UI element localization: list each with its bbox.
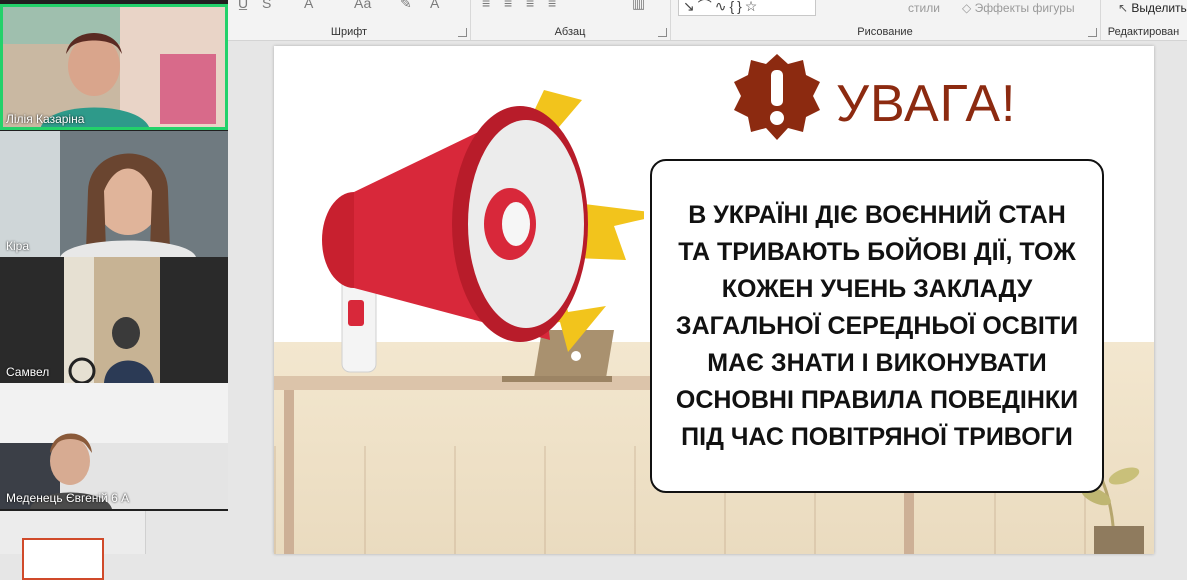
drawing-dialog-launcher[interactable]: [1088, 28, 1097, 37]
font-group-label: Шрифт: [330, 26, 368, 38]
slide-title: УВАГА!: [836, 75, 1017, 133]
message-callout: В Україні діє воєнний стан та тривають б…: [650, 159, 1104, 493]
participant-name: Меденець Євгеній 6 А: [6, 491, 130, 505]
font-dialog-launcher[interactable]: [458, 28, 467, 37]
paragraph-dialog-launcher[interactable]: [658, 28, 667, 37]
message-text: В Україні діє воєнний стан та тривають б…: [675, 200, 1079, 451]
desk-leg: [284, 390, 294, 554]
font-group: Шрифт: [228, 0, 471, 40]
paragraph-group-label: Абзац: [554, 26, 586, 38]
slide-canvas[interactable]: УВАГА! В Україні діє воєнний стан та три…: [274, 46, 1154, 554]
paragraph-group: Абзац: [470, 0, 671, 40]
participants-panel: Лілія Казаріна Кіра Самвел Меденець Євге…: [0, 0, 228, 511]
megaphone-illustration: [322, 90, 644, 373]
participant-name: Лілія Казаріна: [6, 112, 85, 126]
slide-thumbnail[interactable]: [22, 538, 104, 580]
participant-name: Кіра: [6, 239, 30, 253]
participant-tile[interactable]: Самвел: [0, 257, 228, 383]
exclamation-badge-icon: [734, 54, 820, 140]
editing-group-label: Редактирован: [1107, 26, 1180, 38]
participant-tile-active-speaker[interactable]: Лілія Казаріна: [0, 4, 228, 130]
participant-tile[interactable]: Меденець Євгеній 6 А: [0, 383, 228, 509]
drawing-group: Рисование: [670, 0, 1101, 40]
drawing-group-label: Рисование: [857, 26, 913, 38]
editing-group: Редактирован: [1100, 0, 1187, 40]
video-feed: [0, 131, 228, 257]
participant-name: Самвел: [6, 365, 50, 379]
participant-tile[interactable]: Кіра: [0, 131, 228, 257]
